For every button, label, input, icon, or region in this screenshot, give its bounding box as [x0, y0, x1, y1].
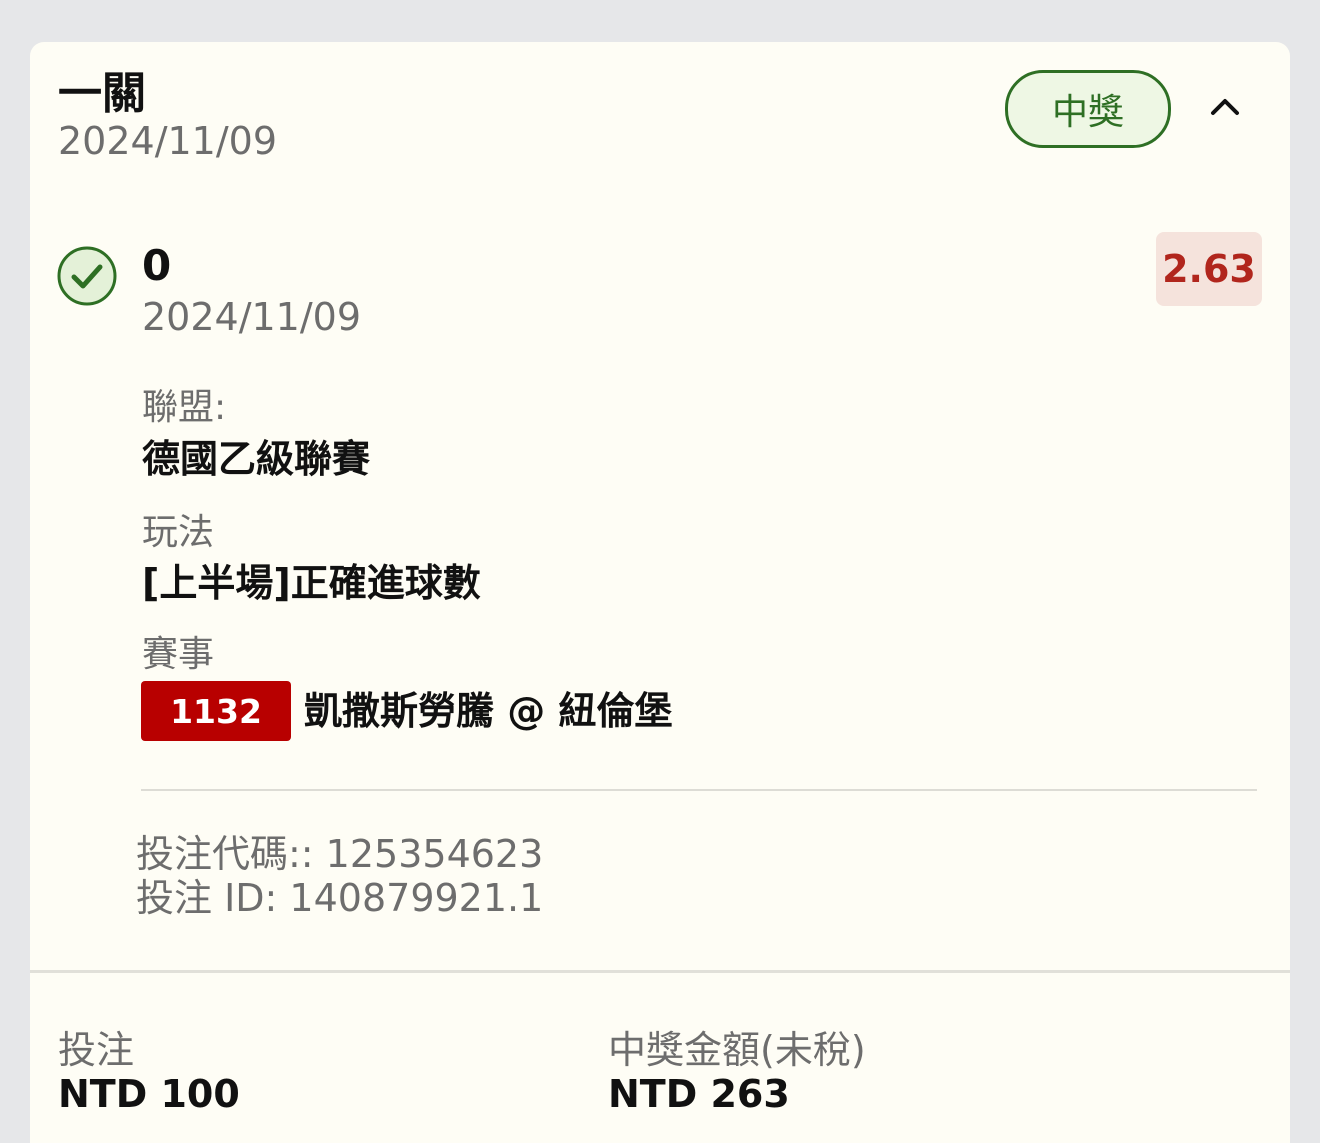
stake-label: 投注: [58, 1028, 135, 1072]
chevron-up-icon: [1211, 99, 1239, 115]
odds-value: 2.63: [1162, 247, 1256, 291]
payout-label: 中獎金額(未稅): [608, 1028, 866, 1072]
bet-id: 投注 ID: 140879921.1: [136, 876, 544, 920]
bet-title: 一關: [58, 68, 146, 119]
selection-date: 2024/11/09: [142, 295, 362, 339]
status-badge-label: 中獎: [1051, 92, 1124, 133]
league-value: 德國乙級聯賽: [142, 437, 371, 481]
bet-card: 一關 2024/11/09 中獎 0 2024/11/09 2.63 聯盟: 德…: [30, 42, 1290, 1143]
bet-date: 2024/11/09: [58, 119, 278, 163]
status-badge: 中獎: [1005, 70, 1171, 148]
event-name: 凱撒斯勞騰 @ 紐倫堡: [304, 689, 673, 733]
collapse-button[interactable]: [1202, 86, 1248, 126]
selection-score: 0: [142, 241, 172, 290]
event-label: 賽事: [142, 634, 215, 675]
payout-value: NTD 263: [608, 1072, 790, 1116]
check-circle-icon: [57, 246, 117, 306]
market-label: 玩法: [142, 512, 215, 553]
league-label: 聯盟:: [142, 387, 227, 428]
bet-code: 投注代碼:: 125354623: [136, 832, 544, 876]
event-id-badge: 1132: [141, 681, 291, 741]
odds-badge: 2.63: [1156, 232, 1262, 306]
market-value: [上半場]正確進球數: [142, 561, 481, 605]
footer-divider: [30, 970, 1290, 973]
section-divider: [141, 789, 1257, 791]
stake-value: NTD 100: [58, 1072, 240, 1116]
event-id: 1132: [170, 691, 262, 731]
